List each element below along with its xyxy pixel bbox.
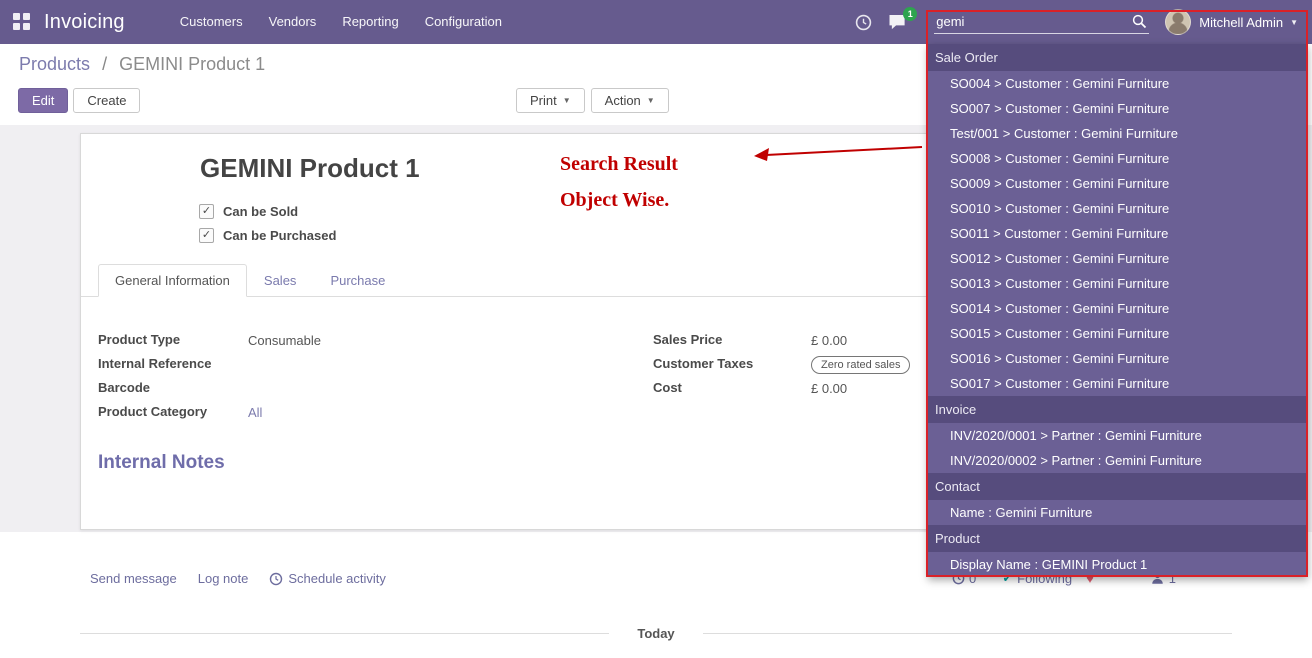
navbar-menu: CustomersVendorsReportingConfiguration <box>167 0 515 44</box>
checkbox-can-be-sold[interactable]: ✓ Can be Sold <box>199 204 336 219</box>
edit-button[interactable]: Edit <box>18 88 68 113</box>
search-result-item[interactable]: SO011 > Customer : Gemini Furniture <box>928 221 1308 246</box>
field-label-product-type: Product Type <box>98 332 248 347</box>
navbar-search <box>934 11 1149 34</box>
checkbox-icon[interactable]: ✓ <box>199 228 214 243</box>
clock-icon <box>269 572 283 586</box>
search-result-item[interactable]: SO016 > Customer : Gemini Furniture <box>928 346 1308 371</box>
navbar-right: 1 Mitchell Admin ▼ <box>855 9 1312 35</box>
search-result-item[interactable]: SO010 > Customer : Gemini Furniture <box>928 196 1308 221</box>
search-input[interactable] <box>934 11 1149 34</box>
chatter-composer: Send message Log note Schedule activity <box>90 571 386 586</box>
breadcrumb: Products / GEMINI Product 1 <box>19 54 265 75</box>
action-label: Action <box>605 93 641 108</box>
field-value-cost: £ 0.00 <box>811 380 847 398</box>
divider-line <box>80 633 609 634</box>
search-result-item[interactable]: Test/001 > Customer : Gemini Furniture <box>928 121 1308 146</box>
tab-general-information[interactable]: General Information <box>98 264 247 297</box>
messages-badge: 1 <box>903 7 917 21</box>
schedule-activity-link[interactable]: Schedule activity <box>269 571 386 586</box>
print-menu-button[interactable]: Print ▼ <box>516 88 585 113</box>
breadcrumb-products-link[interactable]: Products <box>19 54 90 74</box>
schedule-activity-label: Schedule activity <box>288 571 386 586</box>
checkbox-icon[interactable]: ✓ <box>199 204 214 219</box>
search-result-item[interactable]: SO013 > Customer : Gemini Furniture <box>928 271 1308 296</box>
apps-menu-icon[interactable] <box>13 13 31 31</box>
search-result-item[interactable]: SO009 > Customer : Gemini Furniture <box>928 171 1308 196</box>
field-value-customer-taxes: Zero rated sales <box>811 356 910 374</box>
breadcrumb-separator: / <box>102 54 107 74</box>
tab-purchase[interactable]: Purchase <box>313 264 402 297</box>
field-value-sales-price: £ 0.00 <box>811 332 847 350</box>
field-value-product-type: Consumable <box>248 332 321 350</box>
field-row-product-category: Product CategoryAll <box>98 404 618 423</box>
navbar-menu-reporting[interactable]: Reporting <box>329 0 411 44</box>
user-menu[interactable]: Mitchell Admin <box>1199 15 1283 30</box>
print-caret-icon: ▼ <box>563 96 571 105</box>
log-note-link[interactable]: Log note <box>198 571 249 586</box>
field-value-product-category[interactable]: All <box>248 404 262 422</box>
search-result-item[interactable]: SO014 > Customer : Gemini Furniture <box>928 296 1308 321</box>
navbar-menu-vendors[interactable]: Vendors <box>256 0 330 44</box>
field-label-cost: Cost <box>653 380 811 395</box>
app-window: Invoicing CustomersVendorsReportingConfi… <box>0 0 1312 658</box>
search-group-contact: Contact <box>928 473 1308 500</box>
search-result-item[interactable]: Display Name : GEMINI Product 1 <box>928 552 1308 577</box>
tab-sales[interactable]: Sales <box>247 264 314 297</box>
product-title: GEMINI Product 1 <box>200 153 420 184</box>
navbar-menu-configuration[interactable]: Configuration <box>412 0 515 44</box>
field-label-product-category: Product Category <box>98 404 248 419</box>
field-row-product-type: Product TypeConsumable <box>98 332 618 351</box>
search-group-product: Product <box>928 525 1308 552</box>
field-label-sales-price: Sales Price <box>653 332 811 347</box>
divider-line <box>703 633 1232 634</box>
annotation-arrow-icon <box>752 138 932 164</box>
search-result-item[interactable]: SO012 > Customer : Gemini Furniture <box>928 246 1308 271</box>
annotation-line2: Object Wise. <box>560 182 678 218</box>
top-navbar: Invoicing CustomersVendorsReportingConfi… <box>0 0 1312 44</box>
action-menu-button[interactable]: Action ▼ <box>591 88 669 113</box>
date-divider-label: Today <box>637 626 674 641</box>
search-result-item[interactable]: SO017 > Customer : Gemini Furniture <box>928 371 1308 396</box>
search-group-sale-order: Sale Order <box>928 44 1308 71</box>
app-title[interactable]: Invoicing <box>44 11 125 34</box>
search-icon[interactable] <box>1132 14 1147 34</box>
field-row-internal-reference: Internal Reference <box>98 356 618 375</box>
form-buttons: Edit Create <box>18 88 140 113</box>
search-result-item[interactable]: SO008 > Customer : Gemini Furniture <box>928 146 1308 171</box>
search-result-item[interactable]: SO015 > Customer : Gemini Furniture <box>928 321 1308 346</box>
messages-icon[interactable]: 1 <box>888 14 908 31</box>
breadcrumb-current: GEMINI Product 1 <box>119 54 265 74</box>
search-result-item[interactable]: INV/2020/0002 > Partner : Gemini Furnitu… <box>928 448 1308 473</box>
search-result-item[interactable]: SO007 > Customer : Gemini Furniture <box>928 96 1308 121</box>
search-result-item[interactable]: INV/2020/0001 > Partner : Gemini Furnitu… <box>928 423 1308 448</box>
send-message-link[interactable]: Send message <box>90 571 177 586</box>
action-buttons: Print ▼ Action ▼ <box>516 88 669 113</box>
user-menu-caret-icon[interactable]: ▼ <box>1290 18 1298 27</box>
activities-clock-icon[interactable] <box>855 14 872 31</box>
print-label: Print <box>530 93 557 108</box>
user-avatar[interactable] <box>1165 9 1191 35</box>
annotation-line1: Search Result <box>560 146 678 182</box>
field-label-internal-reference: Internal Reference <box>98 356 248 371</box>
left-field-column: Product TypeConsumableInternal Reference… <box>98 332 618 428</box>
field-label-barcode: Barcode <box>98 380 248 395</box>
field-row-barcode: Barcode <box>98 380 618 399</box>
search-result-item[interactable]: SO004 > Customer : Gemini Furniture <box>928 71 1308 96</box>
action-caret-icon: ▼ <box>647 96 655 105</box>
annotation-text: Search Result Object Wise. <box>560 146 678 218</box>
checkbox-can-be-purchased[interactable]: ✓ Can be Purchased <box>199 228 336 243</box>
checkbox-label: Can be Sold <box>223 204 298 219</box>
checkbox-label: Can be Purchased <box>223 228 336 243</box>
internal-notes-heading: Internal Notes <box>98 452 225 474</box>
search-group-invoice: Invoice <box>928 396 1308 423</box>
date-divider: Today <box>80 626 1232 641</box>
search-result-item[interactable]: Name : Gemini Furniture <box>928 500 1308 525</box>
search-dropdown: Sale OrderSO004 > Customer : Gemini Furn… <box>928 44 1308 577</box>
navbar-menu-customers[interactable]: Customers <box>167 0 256 44</box>
create-button[interactable]: Create <box>73 88 140 113</box>
product-flags: ✓ Can be Sold ✓ Can be Purchased <box>199 204 336 252</box>
field-label-customer-taxes: Customer Taxes <box>653 356 811 371</box>
